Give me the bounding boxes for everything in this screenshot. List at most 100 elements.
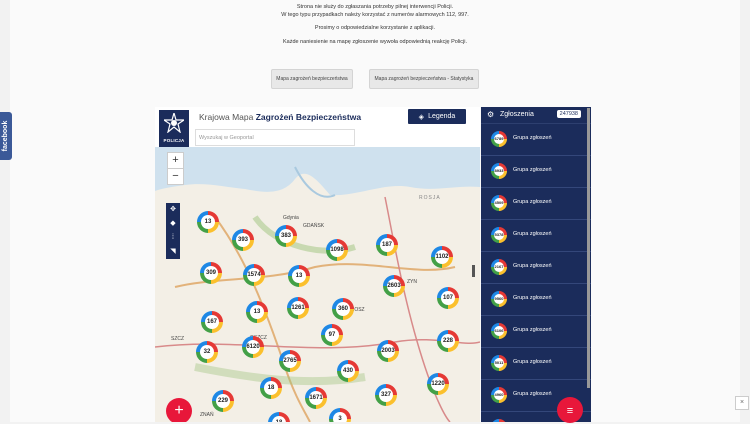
cluster-count: 6789 xyxy=(494,134,504,144)
cluster-count: 5011 xyxy=(494,358,504,368)
cluster-marker[interactable]: 1261 xyxy=(287,297,309,319)
cluster-count: 2765 xyxy=(283,354,297,368)
list-item-label: Grupa zgłoszeń xyxy=(513,135,552,141)
cluster-marker[interactable]: 1098 xyxy=(326,239,348,261)
facebook-tab[interactable]: facebook xyxy=(0,112,12,160)
facebook-label: facebook xyxy=(2,120,9,152)
cluster-count: 187 xyxy=(380,238,394,252)
fullscreen-icon[interactable]: ✥ xyxy=(166,203,180,217)
cluster-marker[interactable]: 18 xyxy=(260,377,282,399)
cluster-marker[interactable]: 2603 xyxy=(383,275,405,297)
cluster-marker[interactable]: 430 xyxy=(337,360,359,382)
cluster-count: 430 xyxy=(341,364,355,378)
tag-icon[interactable]: ◥ xyxy=(166,245,180,259)
cluster-marker[interactable]: 97 xyxy=(321,324,343,346)
cluster-marker[interactable]: 13 xyxy=(197,211,219,233)
cluster-marker[interactable]: 383 xyxy=(275,225,297,247)
cluster-marker[interactable]: 6120 xyxy=(242,336,264,358)
list-item[interactable]: 5011 Grupa zgłoszeń xyxy=(481,348,591,380)
cluster-marker[interactable]: 2003 xyxy=(377,340,399,362)
group-marker-icon: 2167 xyxy=(491,259,507,275)
place-label: ZYN xyxy=(407,279,417,285)
cluster-count: 107 xyxy=(441,291,455,305)
filter-button[interactable]: ≡ xyxy=(557,397,583,423)
cluster-count: 9560 xyxy=(494,294,504,304)
cluster-marker[interactable]: 2765 xyxy=(279,350,301,372)
cluster-count: 8933 xyxy=(494,166,504,176)
cluster-count: 1671 xyxy=(309,391,323,405)
panel-title: Zgłoszenia xyxy=(500,111,534,118)
cluster-marker[interactable]: 1671 xyxy=(305,387,327,409)
map-toolbar: ✥ ◆ ⁞ ◥ xyxy=(166,203,180,259)
list-item-label: Grupa zgłoszeń xyxy=(513,327,552,333)
group-marker-icon: 6789 xyxy=(491,131,507,147)
map-title-prefix: Krajowa Mapa xyxy=(199,112,254,122)
cluster-count: 4509 xyxy=(494,198,504,208)
cluster-count: 6106 xyxy=(494,326,504,336)
place-label: ZNAŃ xyxy=(200,412,214,418)
map-viewport[interactable]: Gdynia GDAŃSK ROSJA OSZCZ ZYN SZCZ KOSZ … xyxy=(155,107,480,422)
cluster-marker[interactable]: 393 xyxy=(232,229,254,251)
place-label: Gdynia xyxy=(283,215,299,221)
layers-icon: ◈ xyxy=(418,113,425,121)
cluster-count: 1261 xyxy=(291,301,305,315)
cluster-marker[interactable]: 228 xyxy=(437,330,459,352)
map-scroll-handle[interactable] xyxy=(472,265,475,277)
filter-icon: ≡ xyxy=(566,405,574,417)
cluster-count: 6120 xyxy=(246,340,260,354)
police-logo: POLICJA xyxy=(159,110,189,147)
cluster-marker[interactable]: 360 xyxy=(332,298,354,320)
map-button[interactable]: Mapa zagrożeń bezpieczeństwa xyxy=(271,69,353,89)
measure-icon[interactable]: ⁞ xyxy=(166,231,180,245)
cluster-marker[interactable]: 167 xyxy=(201,311,223,333)
legend-button[interactable]: ◈ Legenda xyxy=(408,109,466,124)
cluster-marker[interactable]: 1220 xyxy=(427,373,449,395)
zoom-out-button[interactable]: − xyxy=(168,168,183,184)
cluster-marker[interactable]: 327 xyxy=(375,384,397,406)
notice-line-2: W tego typu przypadkach należy korzystać… xyxy=(281,11,469,18)
close-icon[interactable]: × xyxy=(735,396,749,410)
list-item-label: Grupa zgłoszeń xyxy=(513,295,552,301)
notice-line-4: Każde naniesienie na mapę zgłoszenie wyw… xyxy=(282,38,468,45)
cluster-count: 2167 xyxy=(494,262,504,272)
place-label: GDAŃSK xyxy=(303,223,325,229)
list-item-label: Grupa zgłoszeń xyxy=(513,263,552,269)
list-item[interactable]: 4509 Grupa zgłoszeń xyxy=(481,188,591,220)
cluster-marker[interactable]: 13 xyxy=(288,265,310,287)
locate-icon[interactable]: ◆ xyxy=(166,217,180,231)
cluster-marker[interactable]: 32 xyxy=(196,341,218,363)
cluster-marker[interactable]: 187 xyxy=(376,234,398,256)
group-marker-icon: 5378 xyxy=(491,227,507,243)
panel-scrollbar[interactable] xyxy=(587,108,590,388)
statistics-button[interactable]: Mapa zagrożeń bezpieczeństwa - Statystyk… xyxy=(369,69,479,89)
reports-count-badge: 247938 xyxy=(556,110,581,118)
cluster-count: 97 xyxy=(325,328,339,342)
cluster-marker[interactable]: 107 xyxy=(437,287,459,309)
police-star-icon xyxy=(164,113,184,133)
zoom-in-button[interactable]: + xyxy=(168,153,183,168)
cluster-marker[interactable]: 13 xyxy=(246,301,268,323)
cluster-count: 2603 xyxy=(387,279,401,293)
list-item-label: Grupa zgłoszeń xyxy=(513,167,552,173)
cluster-count: 13 xyxy=(250,305,264,319)
list-item[interactable]: 2167 Grupa zgłoszeń xyxy=(481,252,591,284)
list-item[interactable]: 6106 Grupa zgłoszeń xyxy=(481,316,591,348)
list-item[interactable]: 8933 Grupa zgłoszeń xyxy=(481,156,591,188)
cluster-count: 167 xyxy=(205,315,219,329)
panel-header: ⚙ Zgłoszenia 247938 xyxy=(481,107,591,124)
add-report-button[interactable]: + xyxy=(166,398,192,422)
list-item[interactable]: 6789 Grupa zgłoszeń xyxy=(481,124,591,156)
search-input[interactable]: Wyszukaj w Geoportal xyxy=(195,129,355,146)
cluster-marker[interactable]: 1574 xyxy=(243,264,265,286)
gear-icon[interactable]: ⚙ xyxy=(487,110,494,119)
cluster-marker[interactable]: 309 xyxy=(200,262,222,284)
list-item[interactable]: 9560 Grupa zgłoszeń xyxy=(481,284,591,316)
map-title: Krajowa Mapa Zagrożeń Bezpieczeństwa xyxy=(199,112,361,122)
list-item[interactable]: 5378 Grupa zgłoszeń xyxy=(481,220,591,252)
zoom-control: + − xyxy=(167,152,184,185)
cluster-marker[interactable]: 1102 xyxy=(431,246,453,268)
cluster-count: 1220 xyxy=(431,377,445,391)
cluster-marker[interactable]: 229 xyxy=(212,390,234,412)
cluster-count: 1098 xyxy=(330,243,344,257)
map-title-main: Zagrożeń Bezpieczeństwa xyxy=(255,112,362,122)
